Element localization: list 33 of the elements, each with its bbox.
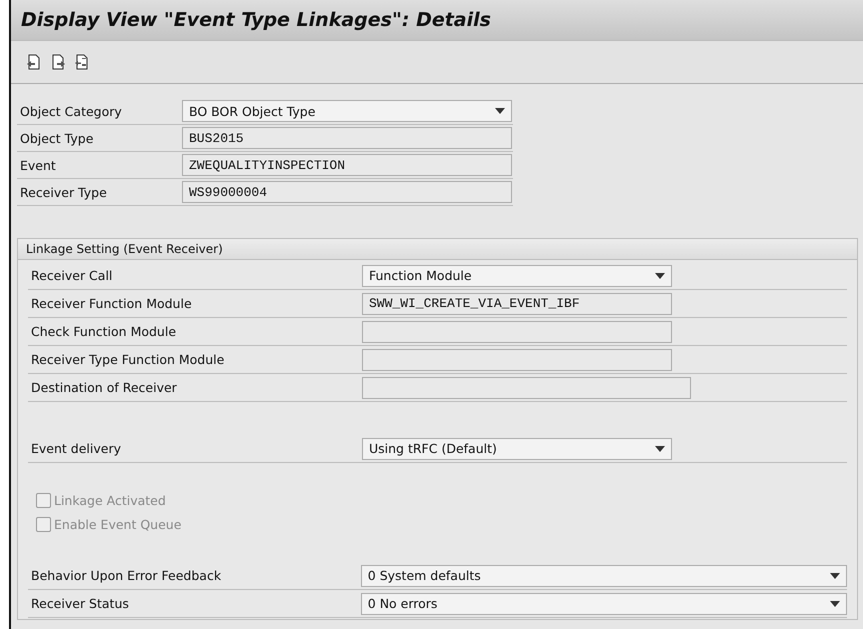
caret-icon: [655, 446, 665, 452]
caret-icon: [495, 108, 505, 114]
dropdown-field[interactable]: Function Module: [362, 264, 672, 286]
field-label: Receiver Type Function Module: [30, 352, 226, 367]
checkbox-label: Enable Event Queue: [54, 517, 182, 532]
input-field[interactable]: [362, 348, 672, 370]
dropdown-field[interactable]: 0 No errors: [360, 592, 847, 614]
dropdown-field[interactable]: BO BOR Object Type: [182, 100, 512, 122]
caret-icon: [655, 272, 665, 278]
field-label: Receiver Status: [30, 596, 130, 611]
dropdown-field[interactable]: Using tRFC (Default): [362, 438, 672, 460]
field-label: Behavior Upon Error Feedback: [30, 568, 222, 583]
field-label: Check Function Module: [30, 324, 178, 339]
field-label: Object Category: [19, 104, 123, 118]
field-label: Destination of Receiver: [30, 380, 178, 395]
field-label: Receiver Type: [19, 184, 108, 200]
field-label: Event: [19, 158, 57, 172]
input-field[interactable]: SWW_WI_CREATE_VIA_EVENT_IBF: [362, 292, 672, 314]
caret-icon: [830, 572, 840, 578]
group-title: Linkage Setting (Event Receiver): [26, 242, 223, 256]
input-field[interactable]: BUS2015: [182, 127, 512, 149]
input-field[interactable]: WS99000004: [182, 181, 512, 203]
caret-icon: [830, 600, 840, 606]
dropdown-field[interactable]: 0 System defaults: [360, 564, 847, 586]
checkbox-label: Linkage Activated: [54, 493, 166, 508]
window-title: Display View "Event Type Linkages": Details: [21, 9, 491, 31]
field-label: Receiver Function Module: [30, 296, 193, 311]
input-field[interactable]: [362, 320, 672, 342]
field-label: Receiver Call: [30, 268, 114, 283]
field-label: Event delivery: [30, 441, 122, 456]
field-label: Object Type: [19, 130, 94, 146]
input-field[interactable]: [362, 376, 691, 398]
input-field[interactable]: ZWEQUALITYINSPECTION: [182, 154, 512, 176]
